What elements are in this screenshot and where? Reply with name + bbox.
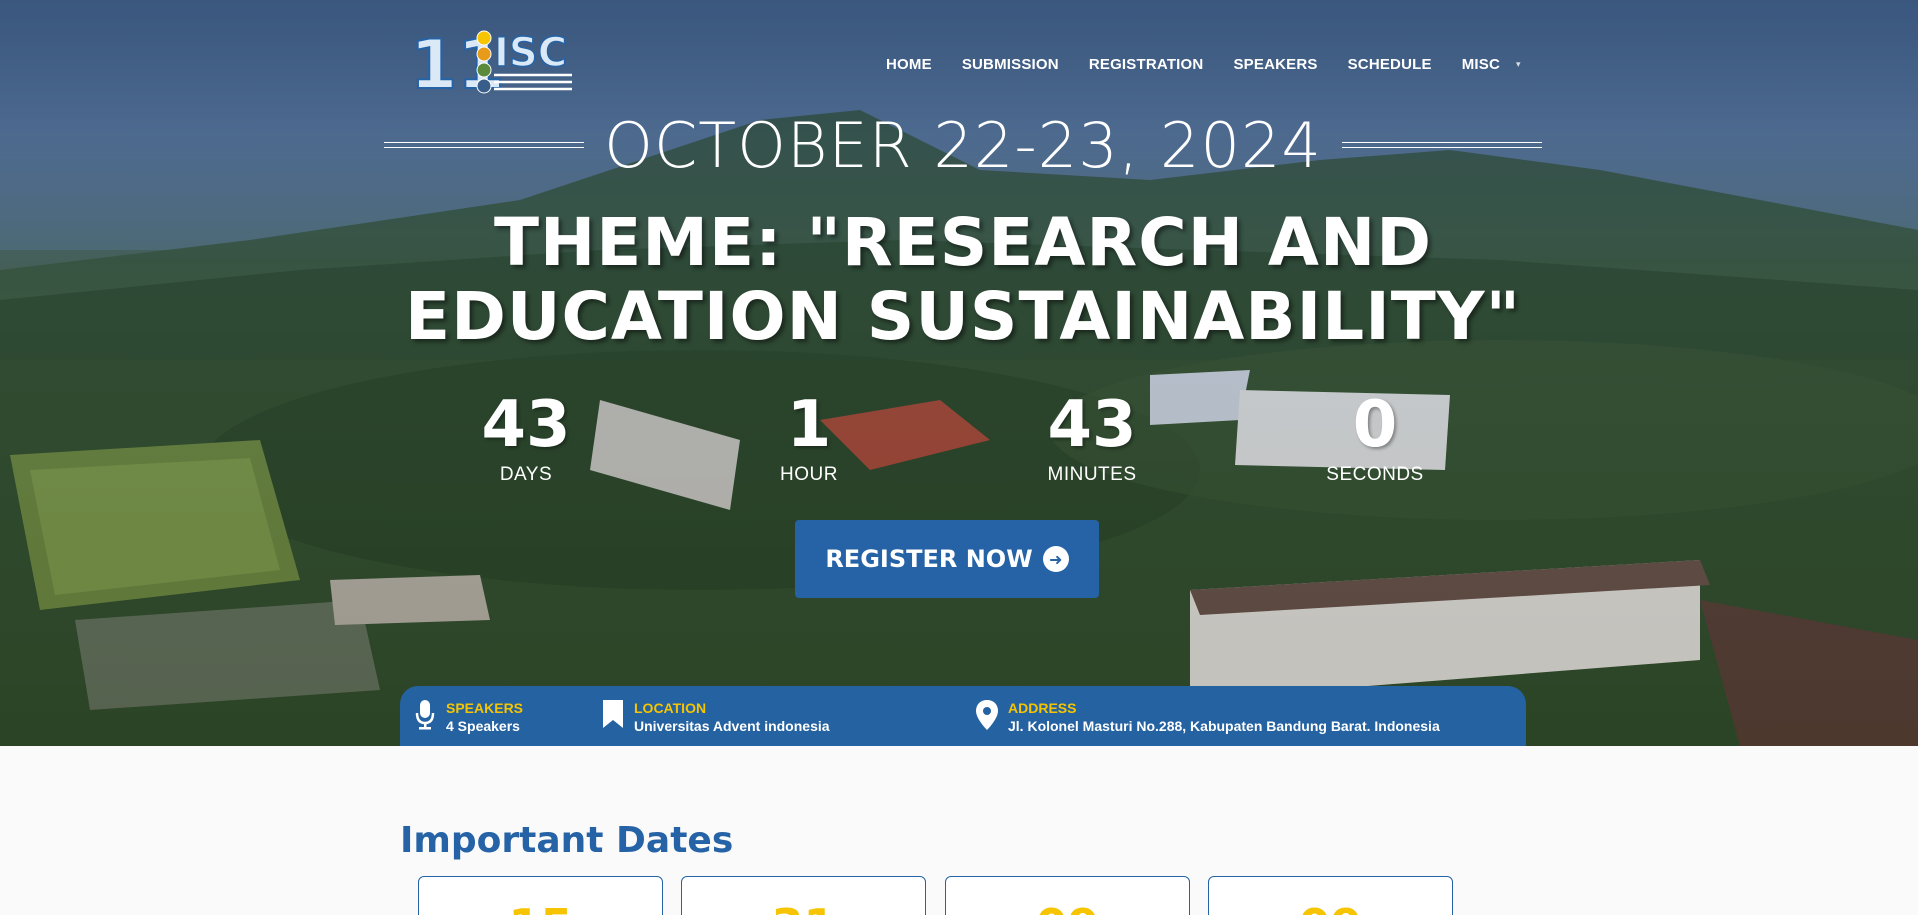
hero-section: 11 ISC HOME SUBMISSION REGISTRATION SPEA… [0, 0, 1918, 746]
date-card-1-number: 15 [419, 899, 662, 915]
nav-home[interactable]: HOME [886, 56, 932, 73]
chevron-down-icon: ▾ [1516, 59, 1521, 69]
countdown-seconds-value: 0 [1352, 388, 1398, 462]
nav-misc[interactable]: MISC ▾ [1462, 56, 1521, 73]
info-speakers-title: SPEAKERS [446, 700, 524, 716]
countdown-minutes-label: MINUTES [1047, 464, 1137, 485]
register-now-button[interactable]: REGISTER NOW ➜ [795, 520, 1099, 598]
theme-line-1: THEME: "RESEARCH AND [493, 204, 1433, 281]
svg-text:ISC: ISC [494, 30, 567, 76]
main-nav: HOME SUBMISSION REGISTRATION SPEAKERS SC… [886, 56, 1521, 73]
date-divider-right [1341, 142, 1542, 148]
info-location: LOCATION Universitas Advent indonesia [602, 700, 830, 736]
date-card-2-number: 31 [682, 899, 925, 915]
map-pin-icon [976, 700, 998, 730]
countdown-days-value: 43 [481, 388, 571, 462]
info-speakers-value: 4 Speakers [446, 718, 520, 734]
info-address: ADDRESS Jl. Kolonel Masturi No.288, Kabu… [976, 700, 1440, 736]
nav-speakers[interactable]: SPEAKERS [1233, 56, 1317, 73]
info-location-value: Universitas Advent indonesia [634, 718, 830, 734]
register-now-label: REGISTER NOW [825, 545, 1033, 573]
microphone-icon [414, 700, 436, 730]
theme-line-2: EDUCATION SUSTAINABILITY" [405, 278, 1521, 355]
countdown-minutes-value: 43 [1047, 388, 1137, 462]
arrow-right-circle-icon: ➜ [1042, 546, 1069, 572]
info-location-title: LOCATION [634, 700, 707, 716]
countdown-days-label: DAYS [499, 464, 553, 485]
countdown-seconds: 0 SECONDS [1275, 388, 1475, 486]
nav-schedule[interactable]: SCHEDULE [1348, 56, 1432, 73]
info-speakers: SPEAKERS 4 Speakers [414, 700, 523, 736]
countdown-hours-value: 1 [786, 388, 832, 462]
info-address-title: ADDRESS [1008, 700, 1077, 716]
conference-theme: THEME: "RESEARCH AND EDUCATION SUSTAINAB… [384, 206, 1542, 354]
date-card-1: 15 [418, 876, 663, 915]
isc-logo[interactable]: 11 ISC [410, 24, 575, 96]
countdown-hours: 1 HOUR [709, 388, 909, 486]
nav-registration[interactable]: REGISTRATION [1089, 56, 1204, 73]
event-date-text: OCTOBER 22-23, 2024 [604, 108, 1322, 182]
date-divider-left [384, 142, 585, 148]
countdown-hours-label: HOUR [780, 464, 838, 485]
date-card-3-number: 09 [946, 899, 1189, 915]
date-card-4: 09 [1208, 876, 1453, 915]
countdown-days: 43 DAYS [426, 388, 626, 486]
nav-misc-label: MISC [1461, 56, 1500, 73]
date-card-3: 09 [945, 876, 1190, 915]
countdown-minutes: 43 MINUTES [992, 388, 1192, 486]
countdown-seconds-label: SECONDS [1326, 464, 1424, 485]
important-dates-heading: Important Dates [400, 820, 734, 861]
event-date: OCTOBER 22-23, 2024 [384, 108, 1542, 182]
nav-submission[interactable]: SUBMISSION [962, 56, 1059, 73]
countdown-timer: 43 DAYS 1 HOUR 43 MINUTES 0 SECONDS [384, 388, 1542, 498]
bookmark-icon [602, 700, 624, 730]
event-info-bar: SPEAKERS 4 Speakers LOCATION Universitas… [400, 686, 1526, 746]
date-card-2: 31 [681, 876, 926, 915]
info-address-value: Jl. Kolonel Masturi No.288, Kabupaten Ba… [1008, 718, 1440, 734]
date-card-4-number: 09 [1209, 899, 1452, 915]
